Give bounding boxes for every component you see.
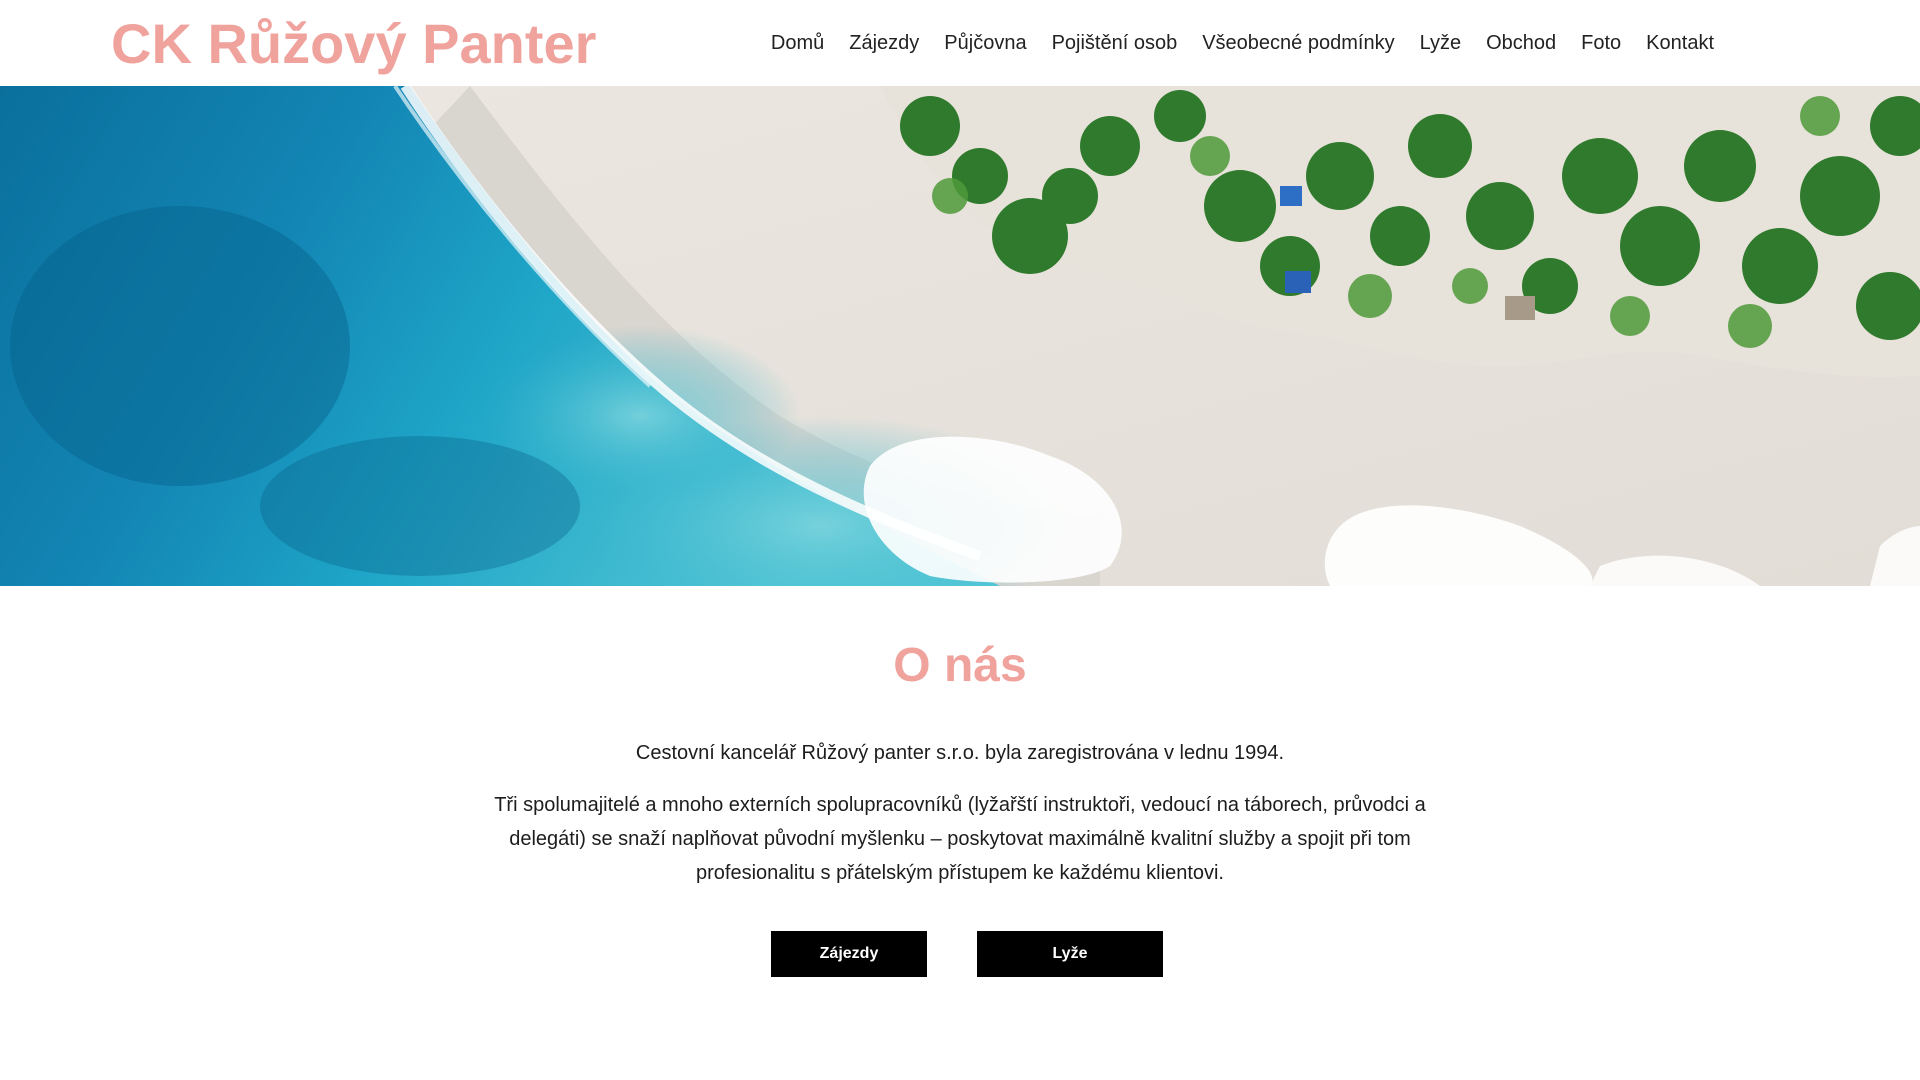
lyze-button[interactable]: Lyže: [977, 931, 1163, 977]
main-nav: Domů Zájezdy Půjčovna Pojištění osob Vše…: [758, 26, 1714, 60]
site-header: CK Růžový Panter Domů Zájezdy Půjčovna P…: [0, 0, 1920, 86]
about-paragraph-2: Tři spolumajitelé a mnoho externích spol…: [494, 794, 1426, 884]
nav-item-pojisteni-osob[interactable]: Pojištění osob: [1039, 26, 1190, 60]
zajezdy-button[interactable]: Zájezdy: [771, 931, 927, 977]
nav-item-kontakt[interactable]: Kontakt: [1634, 26, 1714, 60]
nav-item-vseobecne-podminky[interactable]: Všeobecné podmínky: [1190, 26, 1407, 60]
nav-item-domu[interactable]: Domů: [758, 26, 836, 60]
about-section: O nás Cestovní kancelář Růžový panter s.…: [0, 586, 1920, 977]
nav-item-obchod[interactable]: Obchod: [1474, 26, 1569, 60]
about-paragraph-1: Cestovní kancelář Růžový panter s.r.o. b…: [635, 742, 1285, 764]
hero-aerial-beach-image: [0, 86, 1920, 586]
about-title: O nás: [893, 639, 1027, 692]
nav-item-pujcovna[interactable]: Půjčovna: [932, 26, 1039, 60]
nav-item-zajezdy[interactable]: Zájezdy: [837, 26, 932, 60]
about-buttons: Zájezdy Lyže: [0, 931, 1920, 977]
site-logo[interactable]: CK Růžový Panter: [111, 8, 596, 80]
hero-banner: [0, 86, 1920, 586]
nav-item-lyze[interactable]: Lyže: [1407, 26, 1474, 60]
nav-item-foto[interactable]: Foto: [1569, 26, 1634, 60]
